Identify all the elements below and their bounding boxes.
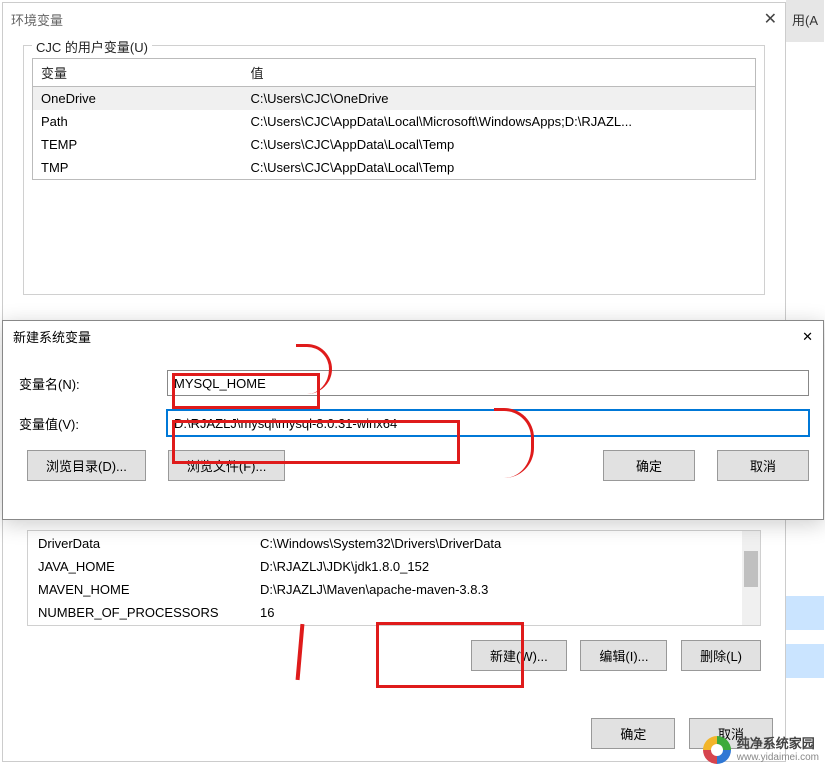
cell-value: D:\RJAZLJ\Maven\apache-maven-3.8.3 [252,579,758,600]
user-variables-label: CJC 的用户变量(U) [32,37,152,56]
user-variables-group: CJC 的用户变量(U) 变量 值 OneDriveC:\Users\CJC\O… [23,45,765,295]
col-header-value[interactable]: 值 [243,59,756,87]
table-row[interactable]: PathC:\Users\CJC\AppData\Local\Microsoft… [33,110,756,133]
close-icon[interactable]: ✕ [764,9,777,29]
user-variables-table[interactable]: 变量 值 OneDriveC:\Users\CJC\OneDrivePathC:… [32,58,756,180]
table-row[interactable]: MAVEN_HOMED:\RJAZLJ\Maven\apache-maven-3… [30,579,758,600]
cell-variable: NUMBER_OF_PROCESSORS [30,602,250,623]
cell-value: C:\Users\CJC\AppData\Local\Temp [243,156,756,180]
cell-value: C:\Users\CJC\AppData\Local\Temp [243,133,756,156]
watermark-title: 纯净系统家园 [737,737,819,751]
table-row[interactable]: JAVA_HOMED:\RJAZLJ\JDK\jdk1.8.0_152 [30,556,758,577]
table-row[interactable]: DriverDataC:\Windows\System32\Drivers\Dr… [30,533,758,554]
system-variables-group: DriverDataC:\Windows\System32\Drivers\Dr… [27,530,761,671]
window-title: 环境变量 [11,10,63,29]
dialog-button-row: 浏览目录(D)... 浏览文件(F)... 确定 取消 [17,450,809,481]
table-row[interactable]: NUMBER_OF_PROCESSORS16 [30,602,758,623]
cell-value: C:\Users\CJC\AppData\Local\Microsoft\Win… [243,110,756,133]
cell-value: C:\Windows\System32\Drivers\DriverData [252,533,758,554]
new-button[interactable]: 新建(W)... [471,640,567,671]
background-highlight [786,644,824,678]
cell-variable: JAVA_HOME [30,556,250,577]
background-highlight [786,596,824,630]
cell-variable: DriverData [30,533,250,554]
scrollbar[interactable] [742,531,760,625]
dialog-title: 新建系统变量 [13,327,91,346]
edit-button[interactable]: 编辑(I)... [580,640,667,671]
system-variables-table[interactable]: DriverDataC:\Windows\System32\Drivers\Dr… [28,531,760,625]
background-tab: 用(A [786,0,824,42]
browse-file-button[interactable]: 浏览文件(F)... [168,450,285,481]
browse-directory-button[interactable]: 浏览目录(D)... [27,450,146,481]
cell-variable: OneDrive [33,87,243,111]
ok-button[interactable]: 确定 [591,718,675,749]
dialog-title-bar: 新建系统变量 ✕ [3,321,823,352]
table-row[interactable]: TEMPC:\Users\CJC\AppData\Local\Temp [33,133,756,156]
cell-variable: MAVEN_HOME [30,579,250,600]
cell-value: C:\Users\CJC\OneDrive [243,87,756,111]
cell-value: D:\RJAZLJ\JDK\jdk1.8.0_152 [252,556,758,577]
cancel-button[interactable]: 取消 [717,450,809,481]
delete-button[interactable]: 删除(L) [681,640,761,671]
table-row[interactable]: TMPC:\Users\CJC\AppData\Local\Temp [33,156,756,180]
variable-value-label: 变量值(V): [17,414,167,433]
variable-name-input[interactable] [167,370,809,396]
variable-value-input[interactable] [167,410,809,436]
close-icon[interactable]: ✕ [802,329,813,345]
cell-value: 16 [252,602,758,623]
col-header-variable[interactable]: 变量 [33,59,243,87]
watermark-url: www.yidaimei.com [737,752,819,763]
table-row[interactable]: OneDriveC:\Users\CJC\OneDrive [33,87,756,111]
logo-icon [703,736,731,764]
watermark: 纯净系统家园 www.yidaimei.com [703,736,819,764]
cell-variable: TMP [33,156,243,180]
variable-name-label: 变量名(N): [17,374,167,393]
title-bar: 环境变量 ✕ [3,3,785,35]
cell-variable: TEMP [33,133,243,156]
variable-value-row: 变量值(V): [17,410,809,436]
ok-button[interactable]: 确定 [603,450,695,481]
cell-variable: Path [33,110,243,133]
new-system-variable-dialog: 新建系统变量 ✕ 变量名(N): 变量值(V): 浏览目录(D)... 浏览文件… [2,320,824,520]
variable-name-row: 变量名(N): [17,370,809,396]
system-vars-buttons: 新建(W)... 编辑(I)... 删除(L) [27,640,761,671]
